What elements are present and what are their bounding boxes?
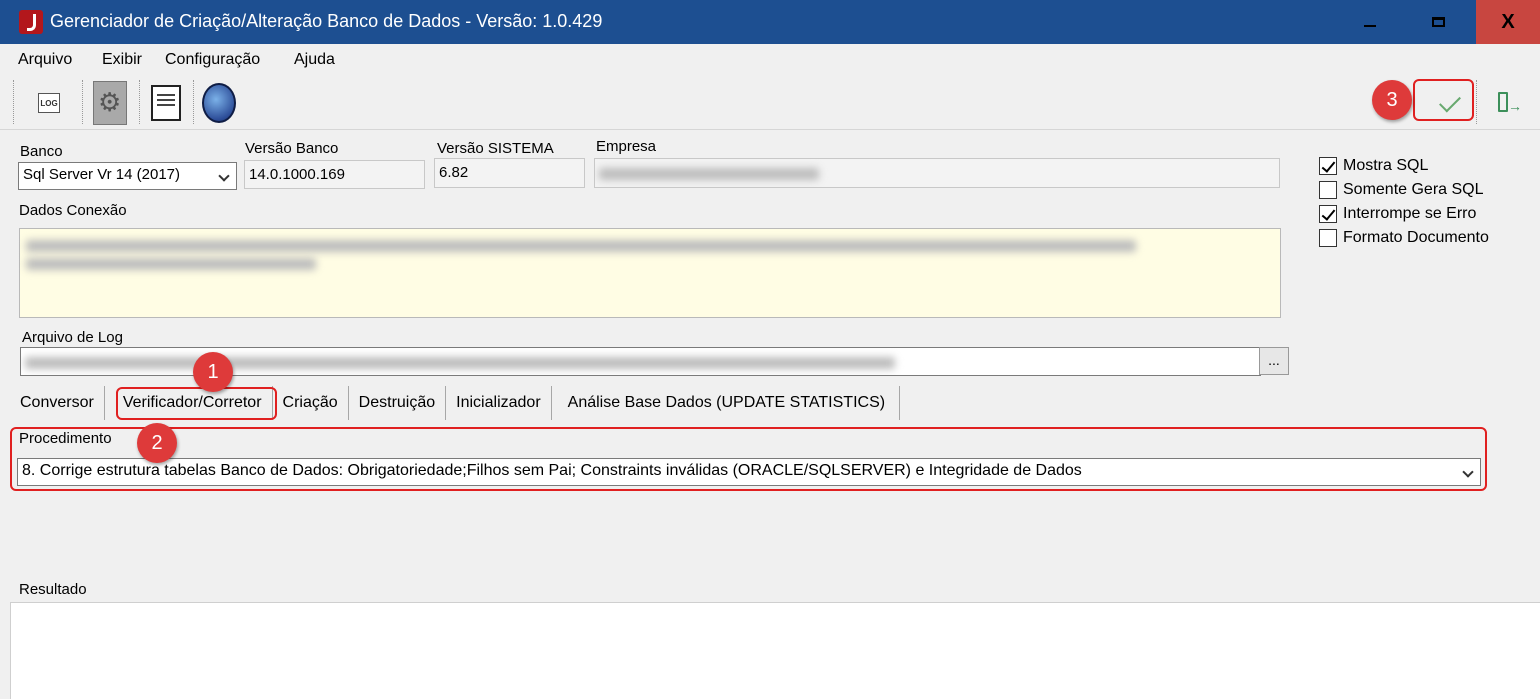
toolbar-separator <box>139 80 141 124</box>
globe-button[interactable] <box>201 80 237 126</box>
toolbar-separator <box>13 80 15 124</box>
versao-sistema-label: Versão SISTEMA <box>437 140 554 157</box>
app-logo-icon <box>19 10 43 34</box>
maximize-button[interactable] <box>1404 0 1472 44</box>
checkbox-unchecked-icon <box>1319 229 1337 247</box>
banco-value: Sql Server Vr 14 (2017) <box>23 166 181 183</box>
resultado-label: Resultado <box>19 581 87 598</box>
menu-configuracao[interactable]: Configuração <box>165 51 260 69</box>
toolbar-separator <box>82 80 84 124</box>
arquivo-log-label: Arquivo de Log <box>22 329 123 346</box>
option-label: Somente Gera SQL <box>1343 181 1484 198</box>
checkbox-unchecked-icon <box>1319 181 1337 199</box>
close-button[interactable]: X <box>1476 0 1540 44</box>
window-title: Gerenciador de Criação/Alteração Banco d… <box>50 11 603 31</box>
checkbox-checked-icon <box>1319 205 1337 223</box>
option-interrompe-se-erro[interactable]: Interrompe se Erro <box>1319 205 1476 223</box>
empresa-field <box>594 158 1280 188</box>
minimize-icon <box>1364 25 1376 27</box>
gear-icon <box>93 81 127 125</box>
option-label: Formato Documento <box>1343 229 1489 246</box>
annotation-highlight-1 <box>116 387 277 420</box>
resultado-area[interactable] <box>10 602 1540 699</box>
annotation-marker-2: 2 <box>137 423 177 463</box>
tab-criacao[interactable]: Criação <box>273 386 349 420</box>
menu-bar: Arquivo Exibir Configuração Ajuda <box>0 44 1540 74</box>
dados-conexao-memo[interactable] <box>19 228 1281 318</box>
browse-button[interactable]: ... <box>1259 347 1289 375</box>
dados-conexao-label: Dados Conexão <box>19 202 127 219</box>
annotation-marker-3: 3 <box>1372 80 1412 120</box>
banco-label: Banco <box>20 143 63 160</box>
option-mostra-sql[interactable]: Mostra SQL <box>1319 157 1428 175</box>
option-label: Mostra SQL <box>1343 157 1429 174</box>
document-button[interactable] <box>148 80 184 126</box>
toolbar: LOG → <box>0 74 1540 130</box>
log-icon: LOG <box>38 93 60 113</box>
exit-button[interactable]: → <box>1488 80 1524 126</box>
annotation-marker-1: 1 <box>193 352 233 392</box>
tab-conversor[interactable]: Conversor <box>10 386 104 420</box>
globe-icon <box>202 83 236 123</box>
option-label: Interrompe se Erro <box>1343 205 1477 222</box>
tab-inicializador[interactable]: Inicializador <box>446 386 552 420</box>
versao-sistema-field: 6.82 <box>434 158 585 188</box>
minimize-button[interactable] <box>1336 0 1404 44</box>
chevron-down-icon <box>218 170 230 182</box>
annotation-highlight-3 <box>1413 79 1474 121</box>
settings-button[interactable] <box>92 80 128 126</box>
close-icon: X <box>1501 10 1515 33</box>
tab-analise-base-dados[interactable]: Análise Base Dados (UPDATE STATISTICS) <box>552 386 901 420</box>
redacted-text <box>26 258 316 270</box>
banco-select[interactable]: Sql Server Vr 14 (2017) <box>18 162 237 190</box>
option-formato-documento[interactable]: Formato Documento <box>1319 229 1489 247</box>
menu-arquivo[interactable]: Arquivo <box>18 51 72 69</box>
title-bar: Gerenciador de Criação/Alteração Banco d… <box>0 0 1540 44</box>
option-somente-gera-sql[interactable]: Somente Gera SQL <box>1319 181 1484 199</box>
toolbar-separator <box>193 80 195 124</box>
menu-ajuda[interactable]: Ajuda <box>294 51 335 69</box>
menu-exibir[interactable]: Exibir <box>102 51 142 69</box>
document-icon <box>151 85 181 121</box>
log-button[interactable]: LOG <box>31 80 67 126</box>
checkbox-checked-icon <box>1319 157 1337 175</box>
toolbar-separator <box>1476 80 1478 124</box>
exit-icon: → <box>1496 91 1522 115</box>
annotation-highlight-2 <box>10 427 1487 491</box>
redacted-text <box>599 168 819 180</box>
empresa-label: Empresa <box>596 138 657 155</box>
redacted-text <box>25 357 895 369</box>
tab-destruicao[interactable]: Destruição <box>349 386 447 420</box>
maximize-icon <box>1431 17 1445 27</box>
redacted-text <box>26 240 1136 252</box>
versao-banco-field: 14.0.1000.169 <box>244 160 425 189</box>
versao-banco-label: Versão Banco <box>245 140 339 157</box>
